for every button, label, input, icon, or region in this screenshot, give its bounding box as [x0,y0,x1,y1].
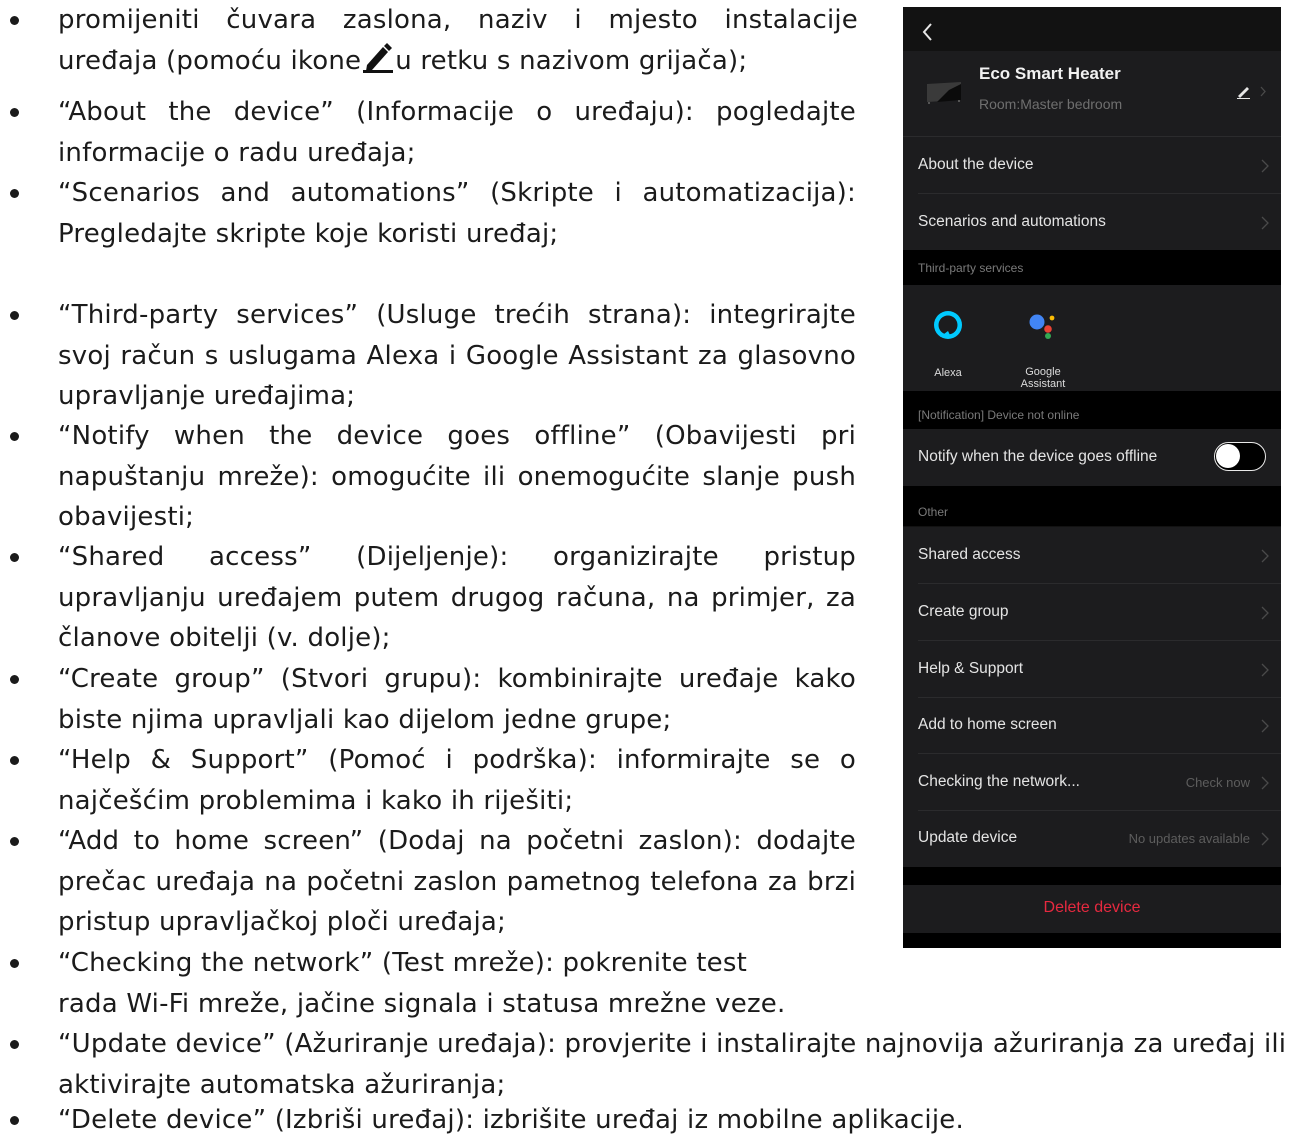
chevron-right-icon [1261,606,1269,620]
pencil-icon [363,41,394,86]
notify-offline-toggle[interactable] [1214,442,1266,471]
row-shared-access[interactable]: Shared access [903,527,1281,584]
section-title-other: Other [918,505,949,519]
list-item-text: “Scenarios and automations” (Skripte i a… [58,178,856,249]
device-settings-screenshot: Eco Smart Heater Room:Master bedroom Abo… [903,7,1281,948]
delete-device-button[interactable]: Delete device [903,899,1281,917]
bullet-dot [10,959,19,968]
list-item-text: “Help & Support” (Pomoć i podrška): info… [58,745,856,816]
list-item-text: “Third-party services” (Usluge trećih st… [58,300,856,411]
chevron-right-icon [1261,216,1269,230]
chevron-right-icon [1261,663,1269,677]
alexa-icon [934,311,962,339]
section-title-notification: [Notification] Device not online [918,408,1080,422]
google-assistant-icon [1029,314,1055,339]
bullet-dot [10,675,19,684]
row-label: Help & Support [918,660,1024,677]
list-item-text: “Create group” (Stvori grupu): kombinira… [58,664,856,735]
service-name-line: Assistant [1020,378,1066,390]
chevron-right-icon [1261,776,1269,790]
bullet-dot [10,1040,19,1049]
list-item-line: promijeniti čuvara zaslona, naziv i mjes… [58,5,858,35]
chevron-right-icon [1261,159,1269,173]
device-room: Room:Master bedroom [979,96,1123,112]
chevron-left-icon[interactable] [917,19,939,45]
list-item-line: rada Wi-Fi mreže, jačine signala i statu… [58,988,786,1019]
list-item-text: “Delete device” (Izbriši uređaj): izbriš… [58,1105,964,1135]
row-label: Checking the network... [918,773,1080,790]
service-name-line: Google [1025,366,1061,378]
google-assistant-service[interactable]: Google Assistant [1013,307,1073,390]
row-help-support[interactable]: Help & Support [903,641,1281,698]
bullet-dot [10,311,19,320]
list-item-text: “About the device” (Informacije o uređaj… [58,97,856,168]
row-about-device[interactable]: About the device [903,137,1281,194]
row-label: Scenarios and automations [918,213,1106,230]
heater-image [925,80,963,104]
list-item-text: “Update device” (Ažuriranje uređaja): pr… [58,1029,1287,1100]
list-item-text: “Add to home screen” (Dodaj na početni z… [58,826,856,937]
row-label: Update device [918,829,1018,846]
row-label: Notify when the device goes offline [918,448,1158,465]
row-checking-network[interactable]: Checking the network... Check now [903,754,1281,811]
list-item-text: “Notify when the device goes offline” (O… [58,421,856,532]
row-scenarios-automations[interactable]: Scenarios and automations [903,194,1281,251]
row-label: Create group [918,603,1009,620]
row-value: Check now [1185,775,1250,790]
section-header [903,486,1281,526]
list-item-line: u retku s nazivom grijača); [395,45,748,76]
bullet-dot [10,553,19,562]
section-spacer [903,867,1281,885]
row-add-home-screen[interactable]: Add to home screen [903,697,1281,754]
row-value: No updates available [1128,831,1250,846]
list-item-line: uređaja (pomoću ikone [58,45,362,76]
bullet-dot [10,1116,19,1125]
chevron-right-icon [1261,549,1269,563]
bullet-dot [10,837,19,846]
row-label: Add to home screen [918,716,1057,733]
service-name: Alexa [934,367,962,379]
row-update-device[interactable]: Update device No updates available [903,810,1281,867]
chevron-right-icon [1261,719,1269,733]
alexa-service[interactable]: Alexa [928,307,968,379]
list-item-line: “Checking the network” (Test mreže): pok… [58,948,747,978]
toggle-knob [1216,444,1240,468]
bullet-dot [10,16,19,25]
row-label: Shared access [918,546,1021,563]
bullet-dot [10,432,19,441]
bullet-dot [10,189,19,198]
row-label: About the device [918,156,1034,173]
list-item-text: “Shared access” (Dijeljenje): organizira… [58,542,856,653]
bullet-dot [10,108,19,117]
section-title-third-party: Third-party services [918,261,1024,275]
section-spacer [903,933,1281,948]
chevron-right-icon [1261,832,1269,846]
pencil-icon[interactable] [1237,83,1271,104]
row-create-group[interactable]: Create group [903,584,1281,641]
bullet-dot [10,756,19,765]
device-name: Eco Smart Heater [979,64,1121,83]
